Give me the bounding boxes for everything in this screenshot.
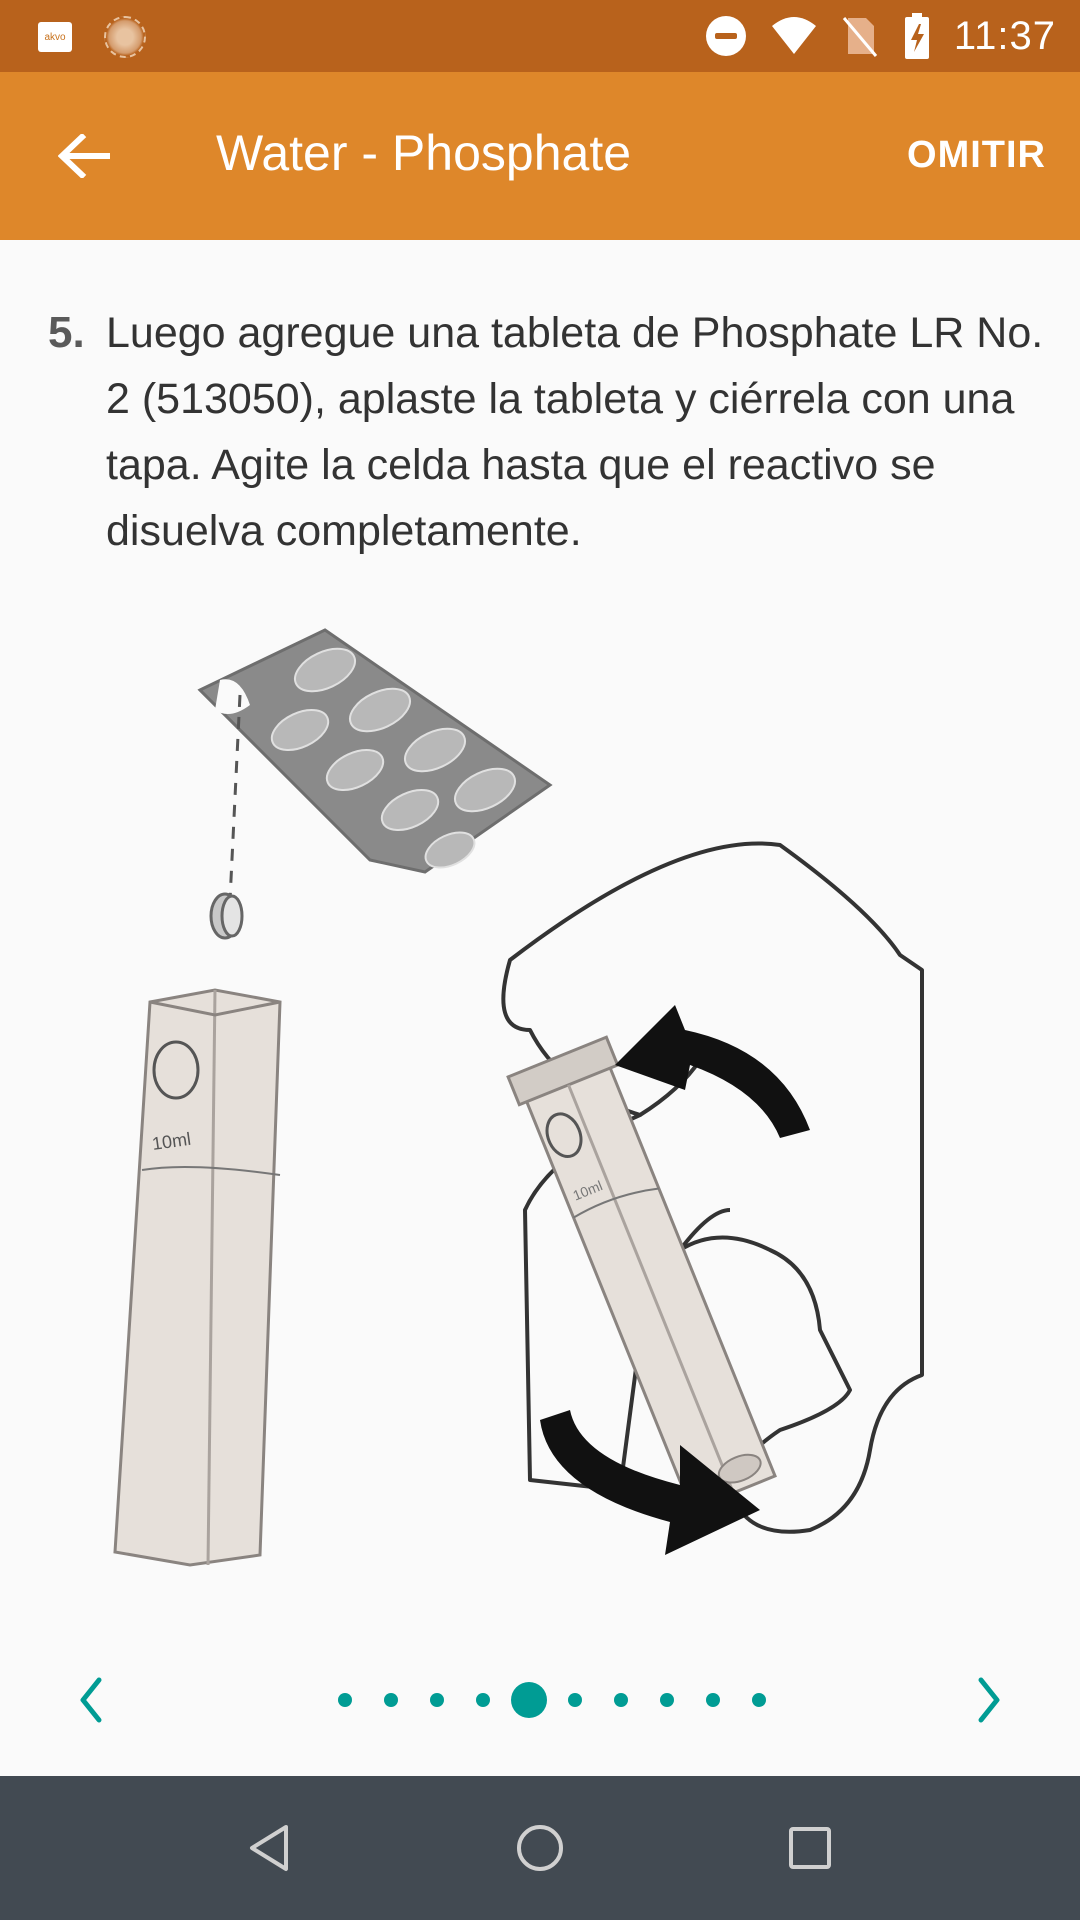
status-bar: akvo 11:37	[0, 0, 1080, 72]
page-dot	[338, 1693, 352, 1707]
page-dot	[430, 1693, 444, 1707]
step-pager	[0, 1660, 1080, 1740]
tablet	[209, 892, 244, 940]
page-dot-active	[511, 1682, 547, 1718]
next-step-button[interactable]	[950, 1660, 1030, 1740]
left-sample-cell: 10ml	[113, 988, 282, 1567]
no-sim-icon	[842, 17, 878, 57]
instruction-step: 5. Luego agregue una tableta de Phosphat…	[48, 300, 1048, 564]
page-indicator	[0, 1660, 1080, 1740]
page-dot	[568, 1693, 582, 1707]
page-dot	[752, 1693, 766, 1707]
akvo-app-icon: akvo	[38, 22, 72, 52]
page-dot	[476, 1693, 490, 1707]
page-dot	[660, 1693, 674, 1707]
instruction-illustration: 10ml 10ml	[113, 628, 924, 1567]
do-not-disturb-icon	[705, 16, 746, 56]
blister-pack	[197, 628, 553, 874]
page-dot	[614, 1693, 628, 1707]
battery-charging-icon	[904, 13, 929, 59]
sun-icon	[104, 16, 146, 58]
akvo-app-icon-text: akvo	[44, 31, 66, 43]
system-navigation-bar	[0, 1776, 1080, 1920]
page-title: Water - Phosphate	[216, 125, 632, 181]
status-icons: 11:37	[704, 0, 1056, 72]
nav-home-button[interactable]	[504, 1812, 576, 1884]
back-button[interactable]	[44, 116, 124, 196]
nav-back-button[interactable]	[234, 1812, 306, 1884]
arrow-left-icon	[58, 134, 110, 178]
page-dot	[706, 1693, 720, 1707]
page-dot	[384, 1693, 398, 1707]
step-number: 5.	[48, 308, 85, 357]
app-bar: Water - Phosphate OMITIR	[0, 72, 1080, 240]
wifi-icon	[771, 17, 816, 54]
circle-home-icon	[517, 1825, 563, 1871]
square-recents-icon	[789, 1827, 831, 1869]
step-text: Luego agregue una tableta de Phosphate L…	[106, 309, 1044, 555]
skip-button[interactable]: OMITIR	[907, 134, 1046, 177]
clock: 11:37	[953, 13, 1056, 58]
triangle-back-icon	[250, 1825, 288, 1871]
nav-recents-button[interactable]	[774, 1812, 846, 1884]
chevron-right-icon	[978, 1677, 1000, 1723]
